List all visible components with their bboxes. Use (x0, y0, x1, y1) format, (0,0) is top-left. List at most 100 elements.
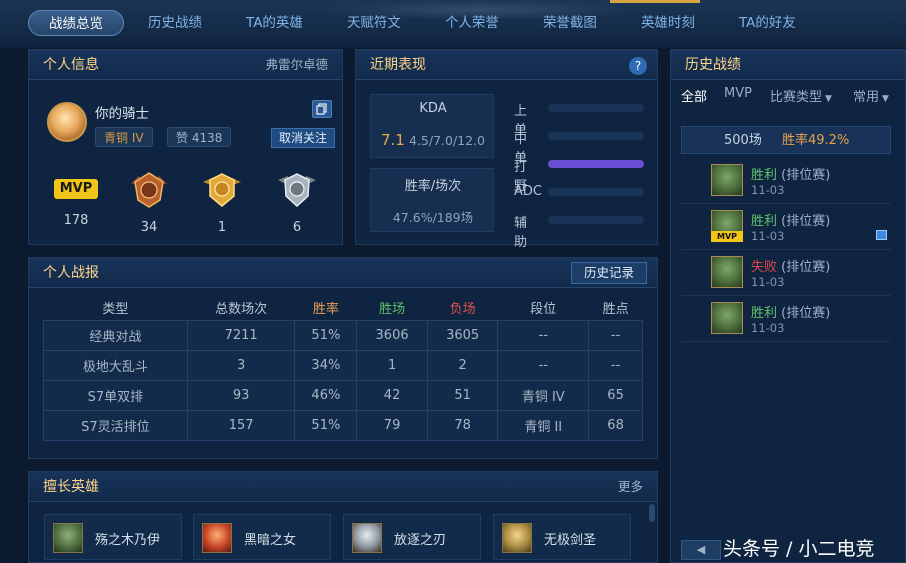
tab-hero-moments[interactable]: 英雄时刻 (621, 10, 715, 36)
match-date: 11-03 (751, 321, 785, 335)
history-summary: 500场 胜率49.2% (681, 126, 891, 154)
match-type: (排位赛) (781, 214, 831, 229)
hero-avatar (53, 523, 83, 553)
unfollow-button[interactable]: 取消关注 (271, 128, 336, 148)
avatar[interactable] (47, 102, 87, 142)
hero-card[interactable]: 殇之木乃伊 (44, 514, 182, 560)
cell: 3606 (356, 319, 428, 351)
total-matches: 500场 (724, 133, 762, 148)
stat-gold-medal: 1 (192, 170, 252, 235)
cell: 46% (294, 379, 358, 411)
tab-history[interactable]: 历史战绩 (128, 10, 222, 36)
recent-performance-header: 近期表现 ? (356, 50, 657, 80)
col-losses: 负场 (449, 302, 476, 318)
lane-bar (548, 188, 644, 196)
hero-card[interactable]: 放逐之刃 (343, 514, 481, 560)
tab-honors[interactable]: 个人荣誉 (425, 10, 519, 36)
tab-overview[interactable]: 战绩总览 (28, 10, 124, 36)
cell: 157 (186, 409, 296, 441)
hero-name: 放逐之刃 (394, 533, 447, 548)
rank-badge: 青铜 IV (95, 127, 153, 147)
table-header-row: 类型 总数场次 胜率 胜场 负场 段位 胜点 (44, 296, 643, 320)
match-item[interactable]: 失败 (排位赛) 11-03 (681, 250, 891, 296)
cell: 34% (294, 349, 358, 381)
mvp-icon: MVP (54, 179, 98, 199)
hero-card[interactable]: 无极剑圣 (493, 514, 631, 560)
hero-name: 黑暗之女 (244, 533, 297, 548)
history-winrate: 胜率49.2% (782, 133, 850, 148)
prev-page-button[interactable]: ◀ (681, 540, 721, 560)
silver-medal-icon (278, 173, 316, 208)
hero-name: 殇之木乃伊 (95, 533, 161, 548)
cell: 65 (588, 379, 643, 411)
watermark: 头条号 / 小二电竞 (723, 538, 875, 560)
cell: -- (497, 319, 590, 351)
filter-common[interactable]: 常用 ▼ (853, 86, 889, 105)
match-result-line: 失败 (排位赛) (751, 256, 830, 275)
match-date: 11-03 (751, 229, 785, 243)
tab-runes[interactable]: 天赋符文 (327, 10, 421, 36)
filter-mvp[interactable]: MVP (724, 86, 752, 101)
cell: 51% (294, 319, 358, 351)
kda-detail: 4.5/7.0/12.0 (409, 133, 486, 148)
match-item[interactable]: MVP 胜利 (排位赛) 11-03 (681, 204, 891, 250)
personal-report-title: 个人战报 (43, 265, 99, 281)
col-wins: 胜场 (379, 302, 406, 318)
mvp-tag: MVP (711, 231, 743, 242)
hero-avatar (202, 523, 232, 553)
history-panel: 历史战绩 全部 MVP 比赛类型 ▼ 常用 ▼ 500场 胜率49.2% 胜利 (排… (670, 49, 906, 563)
tab-heroes[interactable]: TA的英雄 (226, 10, 323, 36)
main-nav: 战绩总览 历史战绩 TA的英雄 天赋符文 个人荣誉 荣誉截图 英雄时刻 TA的好… (28, 10, 820, 36)
more-link[interactable]: 更多 (618, 472, 643, 502)
lane-label: ADC (514, 184, 542, 199)
server-name: 弗雷尔卓德 (265, 57, 328, 72)
stat-silver-medal: 6 (267, 170, 327, 235)
match-item[interactable]: 胜利 (排位赛) 11-03 (681, 158, 891, 204)
heroes-scrollbar[interactable] (649, 504, 655, 522)
filter-common-label: 常用 (853, 90, 880, 105)
table-row: 极地大乱斗 3 34% 1 2 -- -- (43, 349, 643, 381)
personal-report-panel: 个人战报 历史记录 类型 总数场次 胜率 胜场 负场 段位 胜点 经典对战 72… (28, 257, 658, 459)
winrate-value: 47.6%/189场 (392, 210, 474, 225)
match-date: 11-03 (751, 183, 785, 197)
filter-all[interactable]: 全部 (681, 86, 707, 105)
hero-avatar (711, 256, 743, 288)
match-item[interactable]: 胜利 (排位赛) 11-03 (681, 296, 891, 342)
hero-avatar (711, 164, 743, 196)
col-total: 总数场次 (215, 302, 268, 318)
filter-match-type[interactable]: 比赛类型 ▼ (770, 86, 832, 105)
tab-friends[interactable]: TA的好友 (719, 10, 816, 36)
hero-avatar (711, 302, 743, 334)
cell: 青铜 II (497, 409, 590, 441)
lane-label: 辅助 (514, 216, 528, 250)
col-tier: 段位 (530, 302, 557, 318)
history-record-button[interactable]: 历史记录 (570, 262, 647, 284)
lane-bar (548, 216, 644, 224)
cell: -- (588, 349, 643, 381)
chevron-down-icon: ▼ (825, 94, 832, 104)
hero-name: 无极剑圣 (544, 533, 597, 548)
hero-avatar (352, 523, 382, 553)
cell: 1 (356, 349, 428, 381)
kda-box: KDA 7.1 4.5/7.0/12.0 (370, 94, 494, 158)
match-result: 胜利 (751, 214, 778, 229)
gold-medal-icon (203, 173, 241, 207)
stat-mvp: MVP 178 (46, 170, 106, 228)
copy-name-button[interactable] (312, 100, 332, 118)
history-title: 历史战绩 (685, 57, 741, 73)
match-result: 胜利 (751, 168, 778, 183)
help-icon[interactable]: ? (629, 57, 647, 75)
chevron-down-icon: ▼ (882, 94, 889, 104)
tab-honor-screenshots[interactable]: 荣誉截图 (523, 10, 617, 36)
match-type: (排位赛) (781, 260, 831, 275)
hero-card[interactable]: 黑暗之女 (193, 514, 331, 560)
winrate-label: 胜率/场次 (404, 179, 462, 194)
cell: -- (497, 349, 590, 381)
likes-badge: 赞 4138 (167, 127, 232, 147)
screenshot-icon[interactable] (876, 230, 887, 240)
lane-bar (548, 160, 644, 168)
stat-rank-badge: 34 (119, 170, 179, 235)
report-table: 类型 总数场次 胜率 胜场 负场 段位 胜点 经典对战 7211 51% 360… (43, 296, 643, 441)
table-row: S7单双排 93 46% 42 51 青铜 IV 65 (43, 379, 643, 411)
col-points: 胜点 (602, 302, 629, 318)
